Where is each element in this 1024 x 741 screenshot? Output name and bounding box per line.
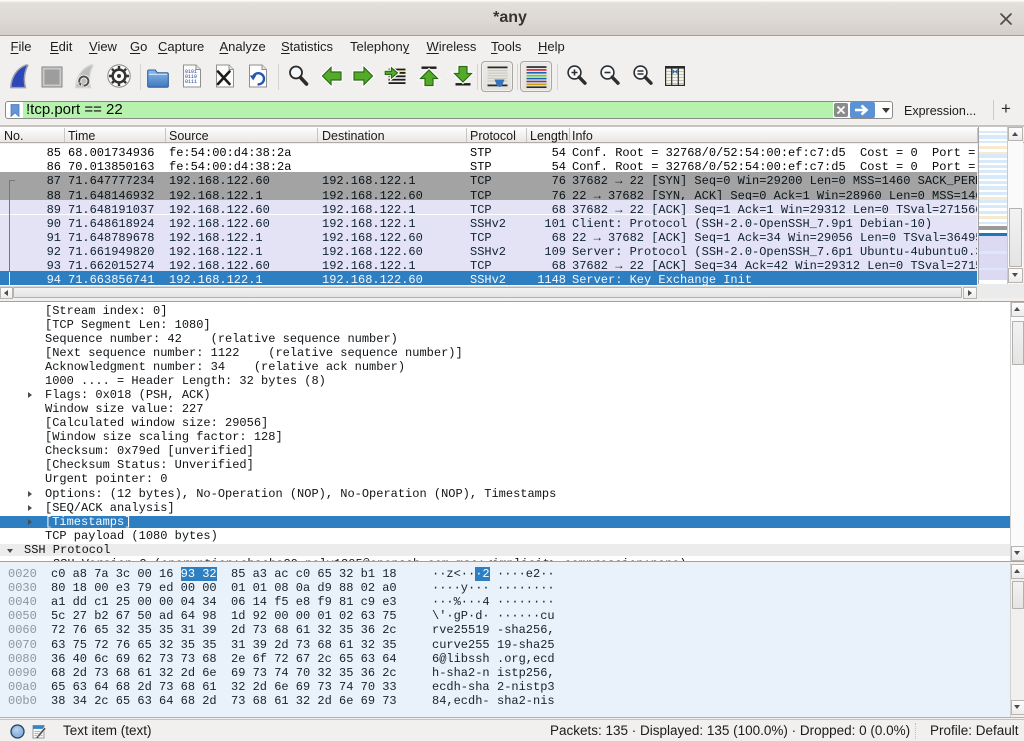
svg-text:0111: 0111	[185, 79, 197, 85]
